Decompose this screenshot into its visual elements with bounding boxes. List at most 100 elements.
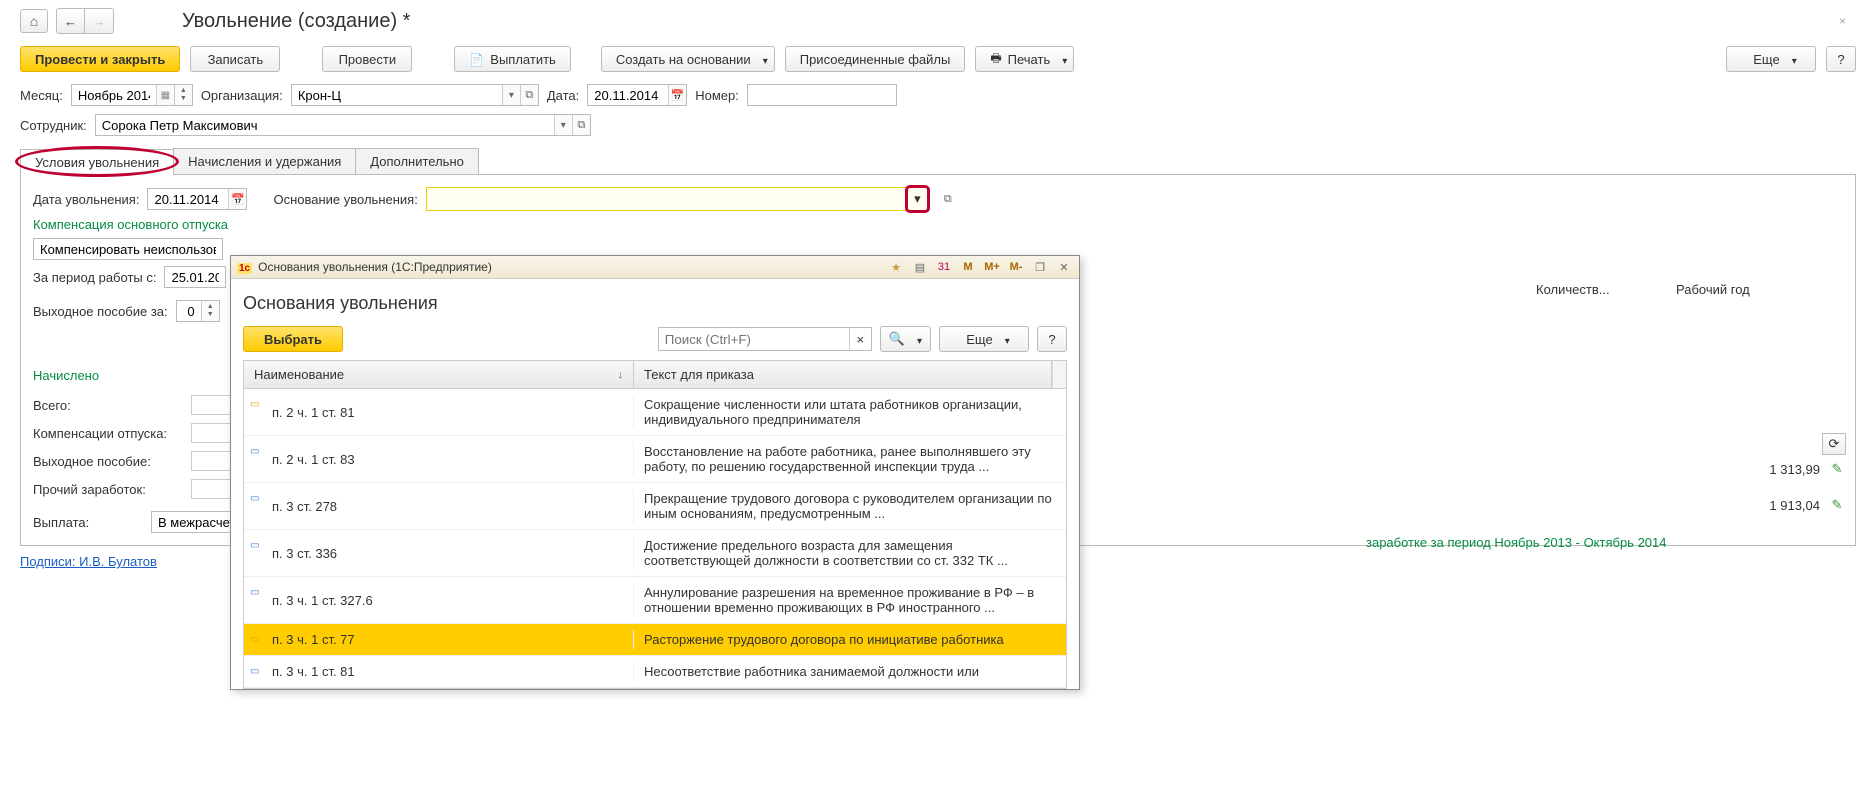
tb-calendar-icon[interactable]: 31 (935, 259, 953, 275)
month-spin[interactable]: ▲▼ (174, 85, 192, 105)
dialog-restore-icon[interactable]: ❐ (1031, 259, 1049, 275)
amount-1: 1 313,99 (1769, 462, 1820, 477)
period-from-input[interactable] (165, 267, 225, 287)
grid-row[interactable]: п. 2 ч. 1 ст. 81Сокращение численности и… (244, 389, 1066, 436)
grid-row[interactable]: п. 3 ст. 278Прекращение трудового догово… (244, 483, 1066, 530)
payment-input[interactable] (152, 512, 237, 532)
dialog-more-label: Еще (966, 332, 992, 347)
tb-m-icon[interactable]: M (959, 259, 977, 275)
col-text[interactable]: Текст для приказа (634, 361, 1052, 388)
dialog-help-button[interactable]: ? (1037, 326, 1067, 352)
comp-label: Компенсации отпуска: (33, 426, 183, 441)
date-calendar-icon[interactable] (668, 85, 686, 105)
close-page-button[interactable]: × (1839, 14, 1856, 28)
basis-input[interactable] (427, 188, 907, 210)
employee-input[interactable] (96, 115, 554, 135)
create-based-button[interactable]: Создать на основании (601, 46, 775, 72)
signatures-link[interactable]: Подписи: И.В. Булатов (20, 554, 157, 569)
refresh-button[interactable]: ⟳ (1822, 433, 1846, 455)
post-and-close-button[interactable]: Провести и закрыть (20, 46, 180, 72)
compensation-kind-input[interactable] (34, 239, 222, 259)
amount-2: 1 913,04 (1769, 498, 1820, 513)
row-icon (250, 634, 264, 644)
edit-amount-2[interactable]: ✎ (1828, 496, 1846, 514)
grid-row[interactable]: п. 3 ч. 1 ст. 77Расторжение трудового до… (244, 624, 1066, 656)
date-input[interactable] (588, 85, 668, 105)
dismiss-date-input[interactable] (148, 189, 228, 209)
month-picker-icon[interactable] (156, 85, 174, 105)
scrollbar[interactable] (1052, 361, 1066, 388)
month-input[interactable] (72, 85, 156, 105)
tb-mminus-icon[interactable]: M- (1007, 259, 1025, 275)
severance-field[interactable]: ▲▼ (176, 300, 220, 322)
more-button[interactable]: Еще (1726, 46, 1816, 72)
tab-accruals[interactable]: Начисления и удержания (173, 148, 356, 174)
org-label: Организация: (201, 88, 283, 103)
org-open-icon[interactable] (520, 85, 538, 105)
org-dropdown-icon[interactable]: ▾ (502, 85, 520, 105)
home-button[interactable] (20, 9, 48, 33)
post-button[interactable]: Провести (322, 46, 412, 72)
calendar-icon[interactable] (228, 189, 246, 209)
severance-input[interactable] (177, 301, 201, 321)
col-year: Рабочий год (1676, 282, 1846, 297)
org-input[interactable] (292, 85, 502, 105)
dismiss-date-field[interactable] (147, 188, 247, 210)
row-icon (250, 587, 264, 597)
pay-button[interactable]: Выплатить (454, 46, 570, 72)
tb-calc-icon[interactable]: ▤ (911, 259, 929, 275)
employee-dropdown-icon[interactable]: ▾ (554, 115, 572, 135)
tab-additional[interactable]: Дополнительно (355, 148, 479, 174)
tab-conditions[interactable]: Условия увольнения (20, 149, 174, 175)
tb-favorite-icon[interactable]: ★ (887, 259, 905, 275)
number-input[interactable] (747, 84, 897, 106)
tb-mplus-icon[interactable]: M+ (983, 259, 1001, 275)
period-from-field[interactable] (164, 266, 226, 288)
basis-field[interactable]: ▾ (426, 187, 928, 211)
severance-label: Выходное пособие за: (33, 304, 168, 319)
date-field[interactable] (587, 84, 687, 106)
forward-button[interactable]: → (85, 9, 113, 33)
dialog-search-input[interactable] (659, 328, 849, 350)
org-field[interactable]: ▾ (291, 84, 539, 106)
grid-row[interactable]: п. 3 ст. 336Достижение предельного возра… (244, 530, 1066, 577)
employee-field[interactable]: ▾ (95, 114, 591, 136)
dialog-search[interactable]: × (658, 327, 872, 351)
employee-open-icon[interactable] (572, 115, 590, 135)
dialog-close-icon[interactable]: ✕ (1055, 259, 1073, 275)
chevron-down-icon (757, 52, 768, 67)
attachments-button[interactable]: Присоединенные файлы (785, 46, 966, 72)
dialog-search-options[interactable]: 🔍 (880, 326, 931, 352)
row-icon (250, 540, 264, 550)
dialog-grid: Наименование ↓ Текст для приказа п. 2 ч.… (243, 360, 1067, 689)
print-label: Печать (1008, 52, 1051, 67)
grid-row[interactable]: п. 3 ч. 1 ст. 81Несоответствие работника… (244, 656, 1066, 688)
col-qty: Количеств... (1536, 282, 1656, 297)
payment-field[interactable] (151, 511, 238, 533)
severance-spin[interactable]: ▲▼ (201, 301, 219, 321)
nav-group: ← → (56, 8, 114, 34)
app-1c-icon (237, 260, 252, 274)
save-button[interactable]: Записать (190, 46, 280, 72)
grid-row[interactable]: п. 3 ч. 1 ст. 327.6Аннулирование разреше… (244, 577, 1066, 624)
grid-row[interactable]: п. 2 ч. 1 ст. 83Восстановление на работе… (244, 436, 1066, 483)
right-values: 1 313,99 ✎ 1 913,04 ✎ (1346, 460, 1846, 514)
compensation-kind-field[interactable] (33, 238, 223, 260)
dialog-more-button[interactable]: Еще (939, 326, 1029, 352)
print-button[interactable]: Печать (975, 46, 1074, 72)
pay-icon (469, 52, 484, 67)
basis-dropdown-icon[interactable]: ▾ (907, 188, 927, 210)
avg-earnings-text: заработке за период Ноябрь 2013 - Октябр… (1366, 535, 1846, 550)
edit-amount-1[interactable]: ✎ (1828, 460, 1846, 478)
dialog-search-clear-icon[interactable]: × (849, 328, 871, 350)
help-button[interactable]: ? (1826, 46, 1856, 72)
col-name[interactable]: Наименование ↓ (244, 361, 634, 388)
grid-header: Наименование ↓ Текст для приказа (244, 361, 1066, 389)
back-button[interactable]: ← (57, 9, 85, 33)
dialog-select-button[interactable]: Выбрать (243, 326, 343, 352)
month-field[interactable]: ▲▼ (71, 84, 193, 106)
create-based-label: Создать на основании (616, 52, 751, 67)
dialog-heading: Основания увольнения (243, 293, 1067, 314)
basis-open-icon[interactable] (938, 193, 958, 206)
col-name-label: Наименование (254, 367, 344, 382)
